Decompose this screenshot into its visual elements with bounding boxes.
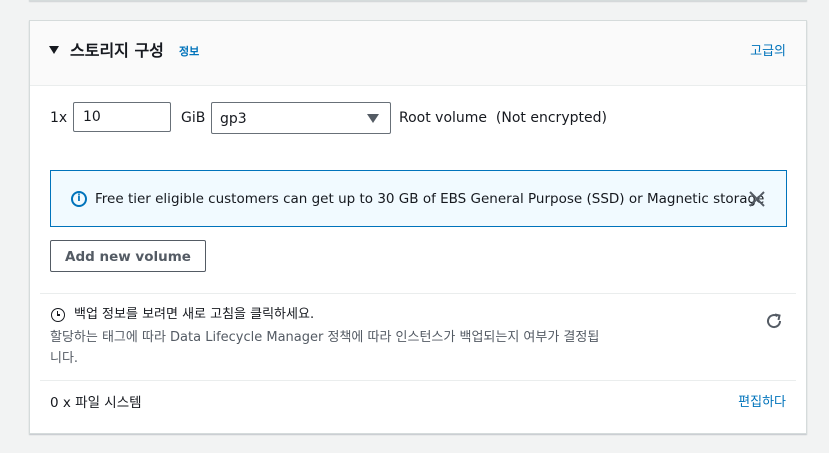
storage-config-panel: 스토리지 구성 정보 고급의 1x GiB gp3 Root volume (N… bbox=[29, 20, 807, 434]
add-new-volume-button[interactable]: Add new volume bbox=[50, 240, 206, 272]
volume-description: Root volume (Not encrypted) bbox=[399, 110, 607, 126]
alert-message: Free tier eligible customers can get up … bbox=[95, 191, 765, 207]
caret-down-icon bbox=[367, 114, 379, 123]
previous-section-card bbox=[29, 0, 807, 1]
advanced-link[interactable]: 고급의 bbox=[750, 44, 786, 60]
info-icon: i bbox=[71, 191, 87, 207]
free-tier-alert: i Free tier eligible customers can get u… bbox=[50, 170, 787, 227]
refresh-icon[interactable] bbox=[764, 311, 784, 331]
backup-info-description: 할당하는 태그에 따라 Data Lifecycle Manager 정책에 따… bbox=[50, 330, 600, 366]
panel-title: 스토리지 구성 bbox=[70, 41, 164, 60]
close-icon[interactable] bbox=[748, 190, 766, 208]
volume-count-label: 1x bbox=[50, 110, 68, 126]
volume-type-value: gp3 bbox=[220, 111, 247, 127]
volume-type-select[interactable]: gp3 bbox=[211, 102, 391, 134]
volume-size-input[interactable] bbox=[73, 102, 171, 132]
root-volume-row: 1x GiB gp3 Root volume (Not encrypted) bbox=[50, 102, 790, 134]
volume-unit-label: GiB bbox=[181, 110, 206, 126]
panel-header[interactable]: 스토리지 구성 정보 고급의 bbox=[30, 21, 806, 86]
edit-file-systems-link[interactable]: 편집하다 bbox=[738, 394, 786, 412]
clock-icon bbox=[51, 308, 65, 322]
collapse-caret-icon[interactable] bbox=[49, 46, 59, 54]
file-systems-label: 0 x 파일 시스템 bbox=[50, 395, 142, 411]
backup-info-title: 백업 정보를 보려면 새로 고침을 클릭하세요. bbox=[74, 307, 315, 322]
section-divider bbox=[40, 293, 796, 294]
info-link[interactable]: 정보 bbox=[179, 45, 199, 59]
section-divider bbox=[40, 380, 796, 381]
